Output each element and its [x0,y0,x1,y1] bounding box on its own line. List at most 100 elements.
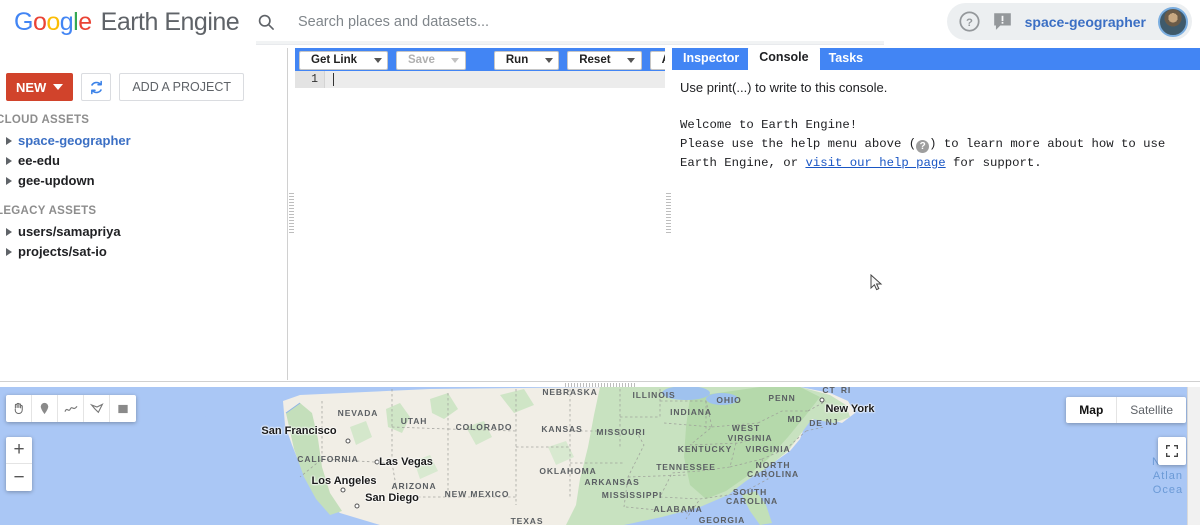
refresh-button[interactable] [81,73,112,101]
section-title-cloud-assets: CLOUD ASSETS [0,114,90,126]
zoom-in-button[interactable]: + [6,437,32,464]
get-link-group: Get Link [299,50,389,70]
svg-text:?: ? [966,17,973,29]
map-state-label: MISSISSIPPI [601,490,663,500]
map-state-label: UTAH [400,416,428,426]
map-city-label: San Diego [365,492,419,504]
map-state-label: PENN [768,393,796,403]
map-state-label: KENTUCKY [677,444,733,454]
get-link-button[interactable]: Get Link [299,50,369,70]
tab-tasks[interactable]: Tasks [820,48,873,70]
map-state-label: ARIZONA [391,481,437,491]
help-page-link[interactable]: visit our help page [805,156,945,170]
map-scrollbar[interactable] [1187,387,1200,525]
console-welcome-line1: Welcome to Earth Engine! [680,118,858,132]
map-type-map[interactable]: Map [1066,397,1118,423]
expand-triangle-icon[interactable] [6,227,12,236]
marker-icon[interactable] [32,395,58,422]
expand-triangle-icon[interactable] [6,136,12,145]
map-state-label: OKLAHOMA [539,466,597,476]
map-zoom-control: + − [6,437,32,491]
console-output: Use print(...) to write to this console.… [672,71,1200,380]
asset-label: ee-edu [18,153,60,168]
map-state-label: COLORADO [455,422,513,432]
rectangle-icon[interactable] [110,395,136,422]
map-city-label: San Francisco [261,425,337,437]
earth-engine-app: GoogleEarth Engine ? space-geographer Sc… [0,0,1200,525]
line-icon[interactable] [58,395,84,422]
map-state-label: WEST [731,423,761,433]
map-state-label: CAROLINA [746,469,800,479]
new-button[interactable]: NEW [6,73,74,101]
run-dropdown[interactable] [539,50,560,70]
fullscreen-button[interactable] [1158,437,1186,465]
map-state-label: NEVADA [337,408,379,418]
console-panel-tabstrip: Inspector Console Tasks [672,46,1200,70]
map-basemap [0,387,1200,525]
polygon-icon[interactable] [84,395,110,422]
map-viewport[interactable]: United States NEVADAUTAHCOLORADOKANSASNE… [0,387,1200,525]
map-state-label: KANSAS [541,424,583,434]
map-type-satellite[interactable]: Satellite [1117,397,1186,423]
asset-item-projects-sat-io[interactable]: projects/sat-io [0,242,288,262]
new-button-label: NEW [16,79,47,95]
tab-inspector[interactable]: Inspector [674,48,748,70]
asset-item-gee-updown[interactable]: gee-updown [0,171,288,191]
run-button[interactable]: Run [493,50,540,70]
asset-item-users-samapriya[interactable]: users/samapriya [0,222,288,242]
refresh-icon [90,80,102,94]
map-state-label: INDIANA [670,407,712,417]
map-draw-tools [6,395,136,422]
save-dropdown[interactable] [445,50,466,70]
tab-console[interactable]: Console [748,46,820,70]
asset-item-space-geographer[interactable]: space-geographer [0,131,288,151]
expand-triangle-icon[interactable] [6,247,12,256]
code-line-1[interactable]: 1 [295,71,666,88]
text-caret [333,73,334,86]
save-button[interactable]: Save [396,50,446,70]
map-state-label: CALIFORNIA [297,454,359,464]
map-city-label: Las Vegas [379,456,433,468]
map-state-label: ALABAMA [653,504,703,514]
asset-label: gee-updown [18,173,95,188]
map-state-label: CAROLINA [725,496,779,506]
map-state-label: GEORGIA [698,515,746,525]
search-bar[interactable] [256,2,884,42]
map-city-dot [354,503,360,509]
section-title-legacy-assets: LEGACY ASSETS [0,205,97,217]
save-group: Save [396,50,466,70]
add-a-project-button[interactable]: ADD A PROJECT [119,73,244,101]
product-name: Earth Engine [100,8,240,36]
asset-item-ee-edu[interactable]: ee-edu [0,151,288,171]
zoom-out-button[interactable]: − [6,464,32,491]
map-city-label: Los Angeles [311,475,377,487]
search-input[interactable] [298,14,858,30]
map-state-label: MD [787,414,803,424]
welcome-text-a: Please use the help menu above ( [680,137,917,151]
asset-label: projects/sat-io [18,244,107,259]
splitter-left-center[interactable] [288,48,295,380]
splitter-grip [666,193,671,235]
help-circle-icon[interactable]: ? [959,11,980,32]
google-earth-engine-logo: Google Earth Engine [14,8,240,36]
pan-hand-icon[interactable] [6,395,32,422]
expand-triangle-icon[interactable] [6,176,12,185]
welcome-text-b: ) to learn more about how to use [929,137,1166,151]
map-city-dot [819,397,825,403]
expand-triangle-icon[interactable] [6,156,12,165]
map-city-dot [340,487,346,493]
avatar[interactable] [1158,6,1188,37]
code-editor[interactable]: 1 [295,71,667,380]
map-type-control: Map Satellite [1066,397,1186,423]
map-state-label: RI [840,387,852,395]
chevron-down-icon [373,57,382,63]
account-username[interactable]: space-geographer [1025,14,1146,30]
map-state-label: NEW MEXICO [444,489,510,499]
chevron-down-icon [627,57,636,63]
chevron-down-icon [53,84,64,90]
feedback-icon[interactable] [992,11,1013,32]
splitter-center-right[interactable] [665,48,672,380]
reset-dropdown[interactable] [621,50,642,70]
get-link-dropdown[interactable] [368,50,389,70]
reset-button[interactable]: Reset [567,50,622,70]
